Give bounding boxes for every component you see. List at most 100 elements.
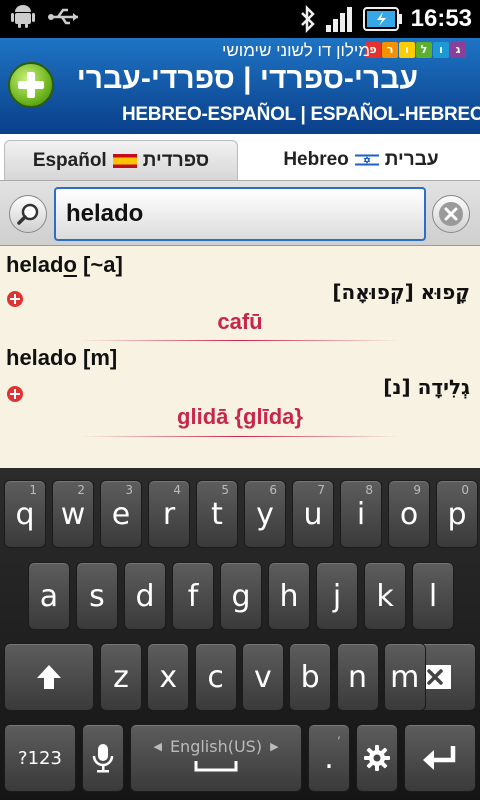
header-latin-title: HEBREO-ESPAÑOL | ESPAÑOL-HEBREO xyxy=(122,104,480,125)
on-screen-keyboard: ?123 ◀ English(US) ▶ , . 1 q 2 w 3 e 4 r… xyxy=(0,468,480,800)
brand-letter: ו xyxy=(433,42,449,58)
plus-icon xyxy=(18,72,44,98)
key-label: e xyxy=(111,496,131,532)
key-d[interactable]: d xyxy=(124,562,166,630)
tab-hebrew-latin: Hebreo xyxy=(283,149,349,170)
key-number-hint: 2 xyxy=(77,483,85,497)
key-s[interactable]: s xyxy=(76,562,118,630)
key-u[interactable]: 7u xyxy=(292,480,334,548)
close-icon xyxy=(439,202,463,226)
key-number-hint: 0 xyxy=(461,483,469,497)
key-label: y xyxy=(256,496,274,532)
key-r[interactable]: 4r xyxy=(148,480,190,548)
signal-icon xyxy=(325,7,352,32)
key-label: v xyxy=(254,659,272,695)
key-g[interactable]: g xyxy=(220,562,262,630)
brand-logo: פרולוג xyxy=(365,42,466,58)
key-f[interactable]: f xyxy=(172,562,214,630)
key-o[interactable]: 9o xyxy=(388,480,430,548)
key-v[interactable]: v xyxy=(241,643,284,711)
usb-icon xyxy=(48,8,78,25)
chevron-left-icon: ◀ xyxy=(153,739,162,753)
key-b[interactable]: b xyxy=(289,643,332,711)
add-entry-button[interactable] xyxy=(7,386,23,402)
tab-spanish-latin: Español xyxy=(32,149,107,171)
key-l[interactable]: l xyxy=(412,562,454,630)
key-c[interactable]: c xyxy=(194,643,237,711)
key-label: n xyxy=(347,659,367,695)
entry-hebrew: גְלִידָה [נ] xyxy=(383,375,470,399)
tab-spanish[interactable]: Español ספרדית xyxy=(4,140,238,180)
key-label: j xyxy=(332,578,342,614)
key-number-hint: 8 xyxy=(365,483,373,497)
entry-divider xyxy=(80,340,400,341)
key-q[interactable]: 1q xyxy=(4,480,46,548)
list-item[interactable]: helado [m] גְלִידָה [נ] glidā {glīda} xyxy=(0,342,480,442)
brand-letter: ג xyxy=(450,42,466,58)
space-key[interactable]: ◀ English(US) ▶ xyxy=(130,724,302,792)
entry-source: helado [m] xyxy=(6,345,118,370)
israel-flag-icon xyxy=(354,153,379,167)
entry-transliteration: glidā {glīda} xyxy=(177,404,303,429)
key-t[interactable]: 5t xyxy=(196,480,238,548)
key-number-hint: 6 xyxy=(269,483,277,497)
key-p[interactable]: 0p xyxy=(436,480,478,548)
comma-hint: , xyxy=(337,727,341,741)
key-label: h xyxy=(279,578,299,614)
key-label: u xyxy=(303,496,323,532)
shift-icon xyxy=(37,665,61,689)
period-key-label: . xyxy=(324,740,334,776)
key-a[interactable]: a xyxy=(28,562,70,630)
key-z[interactable]: z xyxy=(100,643,142,711)
plus-icon xyxy=(10,389,20,399)
key-label: w xyxy=(60,496,86,532)
key-h[interactable]: h xyxy=(268,562,310,630)
spain-flag-icon xyxy=(112,153,137,168)
battery-icon xyxy=(362,7,402,31)
key-label: k xyxy=(376,578,394,614)
add-button[interactable] xyxy=(8,62,54,108)
clock: 16:53 xyxy=(410,5,472,32)
add-entry-button[interactable] xyxy=(7,291,23,307)
key-number-hint: 5 xyxy=(221,483,229,497)
key-label: g xyxy=(231,578,251,614)
list-item[interactable]: helado [~a] קָפוּא [קְפוּאָה] cafū xyxy=(0,246,480,346)
search-input[interactable] xyxy=(54,187,426,241)
settings-key[interactable] xyxy=(356,724,398,792)
key-n[interactable]: n xyxy=(336,643,379,711)
key-label: x xyxy=(159,659,178,695)
key-j[interactable]: j xyxy=(316,562,358,630)
key-x[interactable]: x xyxy=(147,643,190,711)
entry-transliteration: cafū xyxy=(217,309,263,334)
key-i[interactable]: 8i xyxy=(340,480,382,548)
voice-input-key[interactable] xyxy=(82,724,124,792)
key-w[interactable]: 2w xyxy=(52,480,94,548)
clear-button[interactable] xyxy=(432,195,470,233)
key-label: l xyxy=(428,578,438,614)
key-k[interactable]: k xyxy=(364,562,406,630)
key-label: o xyxy=(399,496,419,532)
results-list: helado [~a] קָפוּא [קְפוּאָה] cafū helad… xyxy=(0,246,480,468)
symbols-key[interactable]: ?123 xyxy=(4,724,76,792)
brand-letter: ר xyxy=(382,42,398,58)
key-m[interactable]: m xyxy=(383,643,426,711)
key-number-hint: 3 xyxy=(125,483,133,497)
tab-hebrew[interactable]: Hebreo עברית xyxy=(246,140,476,180)
key-y[interactable]: 6y xyxy=(244,480,286,548)
entry-divider xyxy=(80,436,400,437)
search-icon xyxy=(17,203,39,225)
shift-key[interactable] xyxy=(4,643,94,711)
header-subtitle: מילון דו לשוני שימושי xyxy=(221,41,370,60)
key-label: a xyxy=(39,578,59,614)
header-title: עברי-ספרדי | ספרדי-עברי xyxy=(76,62,418,95)
entry-source: helado [~a] xyxy=(6,252,123,277)
key-e[interactable]: 3e xyxy=(100,480,142,548)
tab-spanish-hebrew: ספרדית xyxy=(142,149,210,171)
key-label: c xyxy=(207,659,224,695)
period-key[interactable]: , . xyxy=(308,724,350,792)
tab-hebrew-hebrew: עברית xyxy=(384,149,439,170)
enter-key[interactable] xyxy=(404,724,476,792)
search-button[interactable] xyxy=(9,195,47,233)
search-bar xyxy=(0,180,480,246)
enter-icon xyxy=(423,746,456,770)
